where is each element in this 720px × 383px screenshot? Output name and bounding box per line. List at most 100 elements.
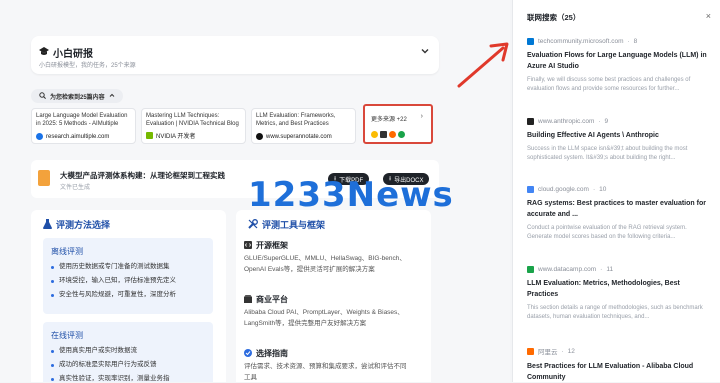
anthropic-favicon-icon — [380, 131, 387, 138]
source-card[interactable]: Mastering LLM Techniques: Evaluation | N… — [141, 108, 246, 144]
bullet-icon — [51, 363, 54, 367]
result-title: LLM Evaluation: Metrics, Methodologies, … — [527, 280, 680, 298]
panel-title: 评测工具与框架 — [248, 218, 325, 231]
offline-eval-box: 离线评测 使用历史数据或专门准备的测试数据集 环境受控，输入已知，评估标准预先定… — [43, 238, 213, 314]
more-sources-button[interactable]: 更多来源 +22 › — [363, 104, 433, 144]
bullet-icon — [51, 279, 54, 283]
chevron-right-icon: › — [420, 113, 423, 120]
section-text: GLUE/SuperGLUE、MMLU、HellaSwag、BIG-bench、… — [244, 255, 406, 273]
result-snippet: Conduct a pointwise evaluation of the RA… — [527, 225, 687, 240]
section-title: 开源框架 — [244, 240, 288, 251]
document-status: 文件已生成 — [60, 185, 91, 191]
section-title: 选择指南 — [244, 348, 288, 359]
search-result[interactable]: www.datacamp.com · 11 LLM Evaluation: Metr… — [527, 266, 711, 322]
source-domain: NVIDIA 开发者 — [156, 134, 196, 140]
result-title: Evaluation Flows for Large Language Mode… — [527, 52, 707, 70]
store-icon — [244, 294, 252, 305]
site-favicon-icon — [256, 133, 263, 140]
online-eval-box: 在线评测 使用真实用户或实时数据流 成功的标准是实际用户行为或反馈 真实性验证，… — [43, 322, 213, 382]
result-index: 8 — [633, 38, 638, 45]
watermark: 1233News — [248, 175, 454, 215]
search-result[interactable]: www.anthropic.com · 9 Building Effective A… — [527, 118, 711, 163]
evaluation-method-panel: 评测方法选择 离线评测 使用历史数据或专门准备的测试数据集 环境受控，输入已知，… — [31, 210, 226, 382]
main-content: 小白研报 小白研报模型，我的任务，25个来源 为您检索到25篇内容 Large … — [0, 0, 510, 382]
bullet-icon — [51, 293, 54, 297]
annotation-arrow — [457, 42, 509, 88]
more-sources-label: 更多来源 +22 — [371, 117, 407, 123]
close-icon[interactable]: × — [706, 11, 711, 21]
search-result[interactable]: 阿里云 · 12 Best Practices for LLM Evaluation… — [527, 346, 711, 383]
list-item: 真实性验证，实现率识别，测量业务指 — [51, 372, 213, 382]
section-text: Alibaba Cloud PAI、PromptLayer、Weights & … — [244, 309, 404, 327]
source-card[interactable]: Large Language Model Evaluation in 2025:… — [31, 108, 136, 144]
nvidia-favicon-icon — [146, 132, 153, 139]
result-title: Building Effective AI Agents \ Anthropic — [527, 132, 659, 139]
research-header-card[interactable]: 小白研报 小白研报模型，我的任务，25个来源 — [31, 36, 439, 74]
result-index: 9 — [604, 118, 609, 125]
result-domain: www.anthropic.com — [538, 118, 595, 125]
result-domain: 阿里云 — [538, 349, 558, 356]
source-title: Mastering LLM Techniques: Evaluation | N… — [146, 113, 239, 127]
bullet-icon — [51, 377, 54, 381]
chevron-up-icon — [109, 93, 115, 100]
microsoft-favicon-icon — [527, 38, 534, 45]
check-circle-icon — [244, 348, 252, 359]
result-title: RAG systems: Best practices to master ev… — [527, 200, 706, 218]
source-cards: Large Language Model Evaluation in 2025:… — [31, 104, 433, 144]
result-domain: techcommunity.microsoft.com — [538, 38, 624, 45]
online-eval-list: 使用真实用户或实时数据流 成功的标准是实际用户行为或反馈 真实性验证，实现率识别… — [43, 344, 213, 382]
panel-title: 联网搜索（25） — [527, 13, 581, 22]
list-item: 安全性与风险规避，可重复性，深度分析 — [51, 288, 213, 302]
flask-icon — [43, 218, 52, 231]
list-item: 使用历史数据或专门准备的测试数据集 — [51, 260, 213, 274]
research-subtitle: 小白研报模型，我的任务，25个来源 — [39, 63, 136, 69]
more-sources-favicons — [371, 131, 405, 138]
section-text: 评估需求、技术资源、预算和集成要求，尝试和评估不同工具 — [244, 363, 407, 381]
research-title: 小白研报 — [39, 45, 93, 60]
offline-eval-list: 使用历史数据或专门准备的测试数据集 环境受控，输入已知，评估标准预先定义 安全性… — [43, 260, 213, 302]
search-result[interactable]: cloud.google.com · 10 RAG systems: Best pr… — [527, 186, 711, 242]
google-favicon-icon — [371, 131, 378, 138]
result-index: 11 — [606, 266, 614, 273]
anthropic-favicon-icon — [527, 118, 534, 125]
alibaba-favicon-icon — [389, 131, 396, 138]
section-title: 商业平台 — [244, 294, 288, 305]
document-title: 大模型产品评测体系构建：从理论框架到工程实践 — [60, 171, 225, 180]
result-domain: cloud.google.com — [538, 186, 589, 193]
result-snippet: This section details a range of methodol… — [527, 305, 703, 320]
tools-icon — [248, 218, 258, 231]
result-index: 10 — [599, 186, 607, 193]
result-domain: www.datacamp.com — [538, 266, 597, 273]
result-title: Best Practices for LLM Evaluation - Alib… — [527, 363, 694, 381]
chevron-down-icon[interactable] — [421, 46, 429, 56]
code-icon — [244, 240, 252, 251]
source-domain: www.superannotate.com — [266, 133, 332, 140]
bullet-icon — [51, 349, 54, 353]
site-favicon-icon — [36, 133, 43, 140]
graduation-cap-icon — [39, 46, 49, 59]
google-cloud-favicon-icon — [527, 186, 534, 193]
bullet-icon — [51, 265, 54, 269]
source-card[interactable]: LLM Evaluation: Frameworks, Metrics, and… — [251, 108, 356, 144]
offline-eval-title: 离线评测 — [51, 247, 83, 256]
source-title: Large Language Model Evaluation in 2025:… — [36, 113, 128, 127]
evaluation-tools-panel: 评测工具与框架 开源框架 GLUE/SuperGLUE、MMLU、HellaSw… — [236, 210, 431, 382]
result-index: 12 — [567, 347, 575, 355]
alibaba-cloud-favicon-icon — [527, 347, 534, 355]
searched-count-label: 为您检索到25篇内容 — [50, 94, 105, 101]
search-result[interactable]: techcommunity.microsoft.com · 8 Evaluation… — [527, 38, 711, 94]
list-item: 环境受控，输入已知，评估标准预先定义 — [51, 274, 213, 288]
datacamp-favicon-icon — [398, 131, 405, 138]
source-title: LLM Evaluation: Frameworks, Metrics, and… — [256, 113, 336, 127]
datacamp-favicon-icon — [527, 266, 534, 273]
panel-title: 评测方法选择 — [43, 218, 110, 231]
search-icon — [39, 91, 46, 101]
online-eval-title: 在线评测 — [51, 331, 83, 340]
document-icon — [38, 170, 50, 186]
source-domain: research.aimultiple.com — [46, 133, 110, 140]
list-item: 成功的标准是实际用户行为或反馈 — [51, 358, 213, 372]
result-snippet: Finally, we will discuss some best pract… — [527, 77, 691, 92]
searched-count-toggle[interactable]: 为您检索到25篇内容 — [31, 89, 123, 103]
result-snippet: Success in the LLM space isn&#39;t about… — [527, 146, 688, 161]
web-search-panel: 联网搜索（25） × techcommunity.microsoft.com · 8… — [512, 0, 720, 382]
